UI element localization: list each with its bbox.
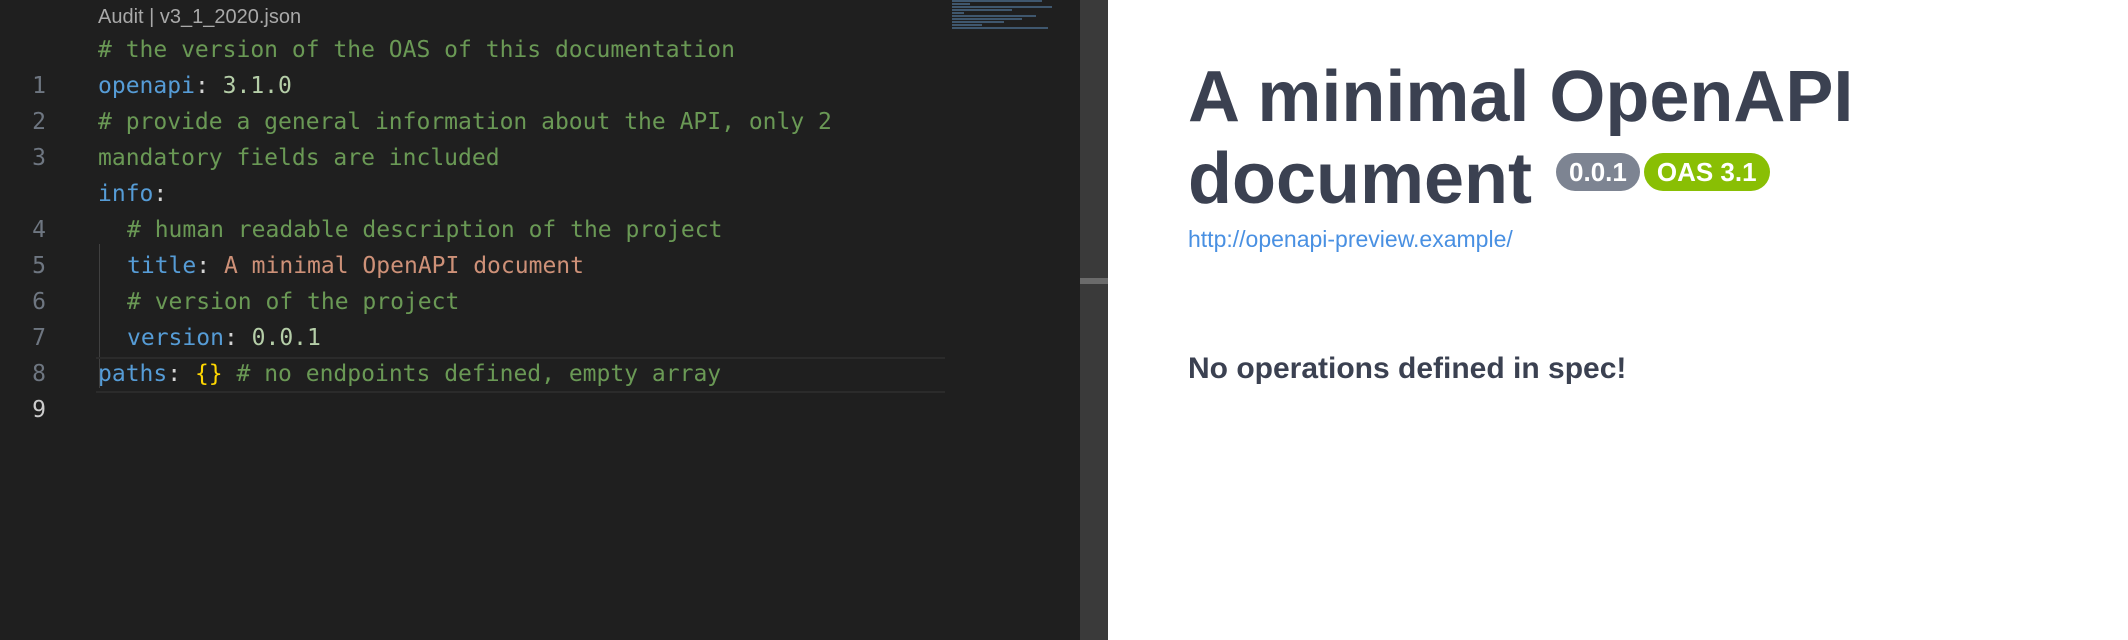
version-badge: 0.0.1 bbox=[1556, 153, 1640, 191]
yaml-colon: : bbox=[194, 73, 223, 99]
yaml-key: title bbox=[127, 253, 197, 279]
code-editor[interactable]: Audit | v3_1_2020.json 1 # the version o… bbox=[0, 0, 1108, 640]
code-line-3-wrap[interactable]: mandatory fields are included bbox=[0, 140, 1080, 176]
yaml-colon: : bbox=[153, 181, 168, 207]
api-title: A minimal OpenAPI document bbox=[1188, 57, 1854, 219]
yaml-brace: {} bbox=[194, 361, 223, 387]
code-line-8[interactable]: 8 version: 0.0.1 bbox=[0, 320, 1080, 387]
code-line-2[interactable]: 2 openapi: 3.1.0 bbox=[0, 68, 1080, 135]
yaml-comment: # provide a general information about th… bbox=[98, 109, 832, 135]
editor-scrollbar[interactable] bbox=[1080, 0, 1108, 640]
code-area[interactable]: 1 # the version of the OAS of this docum… bbox=[0, 32, 1080, 423]
code-line-7[interactable]: 7 # version of the project bbox=[0, 284, 1080, 351]
yaml-key: info bbox=[98, 181, 154, 207]
yaml-comment: # the version of the OAS of this documen… bbox=[98, 37, 735, 63]
code-line-6[interactable]: 6 title: A minimal OpenAPI document bbox=[0, 248, 1080, 315]
base-url-link[interactable]: http://openapi-preview.example/ bbox=[1188, 226, 1513, 253]
api-title-heading: A minimal OpenAPI document 0.0.1 OAS 3.1 bbox=[1188, 56, 1948, 220]
editor-breadcrumb[interactable]: Audit | v3_1_2020.json bbox=[98, 4, 301, 30]
code-line-4[interactable]: 4 info: bbox=[0, 176, 1080, 243]
yaml-key: paths bbox=[98, 361, 168, 387]
oas-version-badge: OAS 3.1 bbox=[1643, 153, 1770, 191]
yaml-value: 0.0.1 bbox=[251, 325, 321, 351]
yaml-key: openapi bbox=[98, 73, 195, 99]
yaml-colon: : bbox=[223, 325, 252, 351]
yaml-comment: # version of the project bbox=[127, 289, 460, 315]
scrollbar-thumb[interactable] bbox=[1080, 278, 1108, 284]
yaml-value: A minimal OpenAPI document bbox=[223, 253, 584, 279]
code-line-3[interactable]: 3 # provide a general information about … bbox=[0, 104, 1080, 171]
no-operations-message: No operations defined in spec! bbox=[1188, 352, 1627, 385]
yaml-colon: : bbox=[196, 253, 224, 279]
line-number: 9 bbox=[32, 397, 46, 423]
code-line-9[interactable]: 9 paths: {} # no endpoints defined, empt… bbox=[0, 356, 1080, 423]
yaml-comment: # no endpoints defined, empty array bbox=[222, 361, 722, 387]
yaml-colon: : bbox=[167, 361, 195, 387]
code-line-1[interactable]: 1 # the version of the OAS of this docum… bbox=[0, 32, 1080, 99]
yaml-key: version bbox=[127, 325, 224, 351]
yaml-comment: # human readable description of the proj… bbox=[127, 217, 723, 243]
code-line-5[interactable]: 5 # human readable description of the pr… bbox=[0, 212, 1080, 279]
yaml-comment: mandatory fields are included bbox=[98, 145, 500, 171]
yaml-value: 3.1.0 bbox=[222, 73, 292, 99]
app-root: Audit | v3_1_2020.json 1 # the version o… bbox=[0, 0, 2128, 640]
minimap[interactable] bbox=[952, 0, 1062, 44]
openapi-preview: A minimal OpenAPI document 0.0.1 OAS 3.1 … bbox=[1108, 0, 2128, 640]
